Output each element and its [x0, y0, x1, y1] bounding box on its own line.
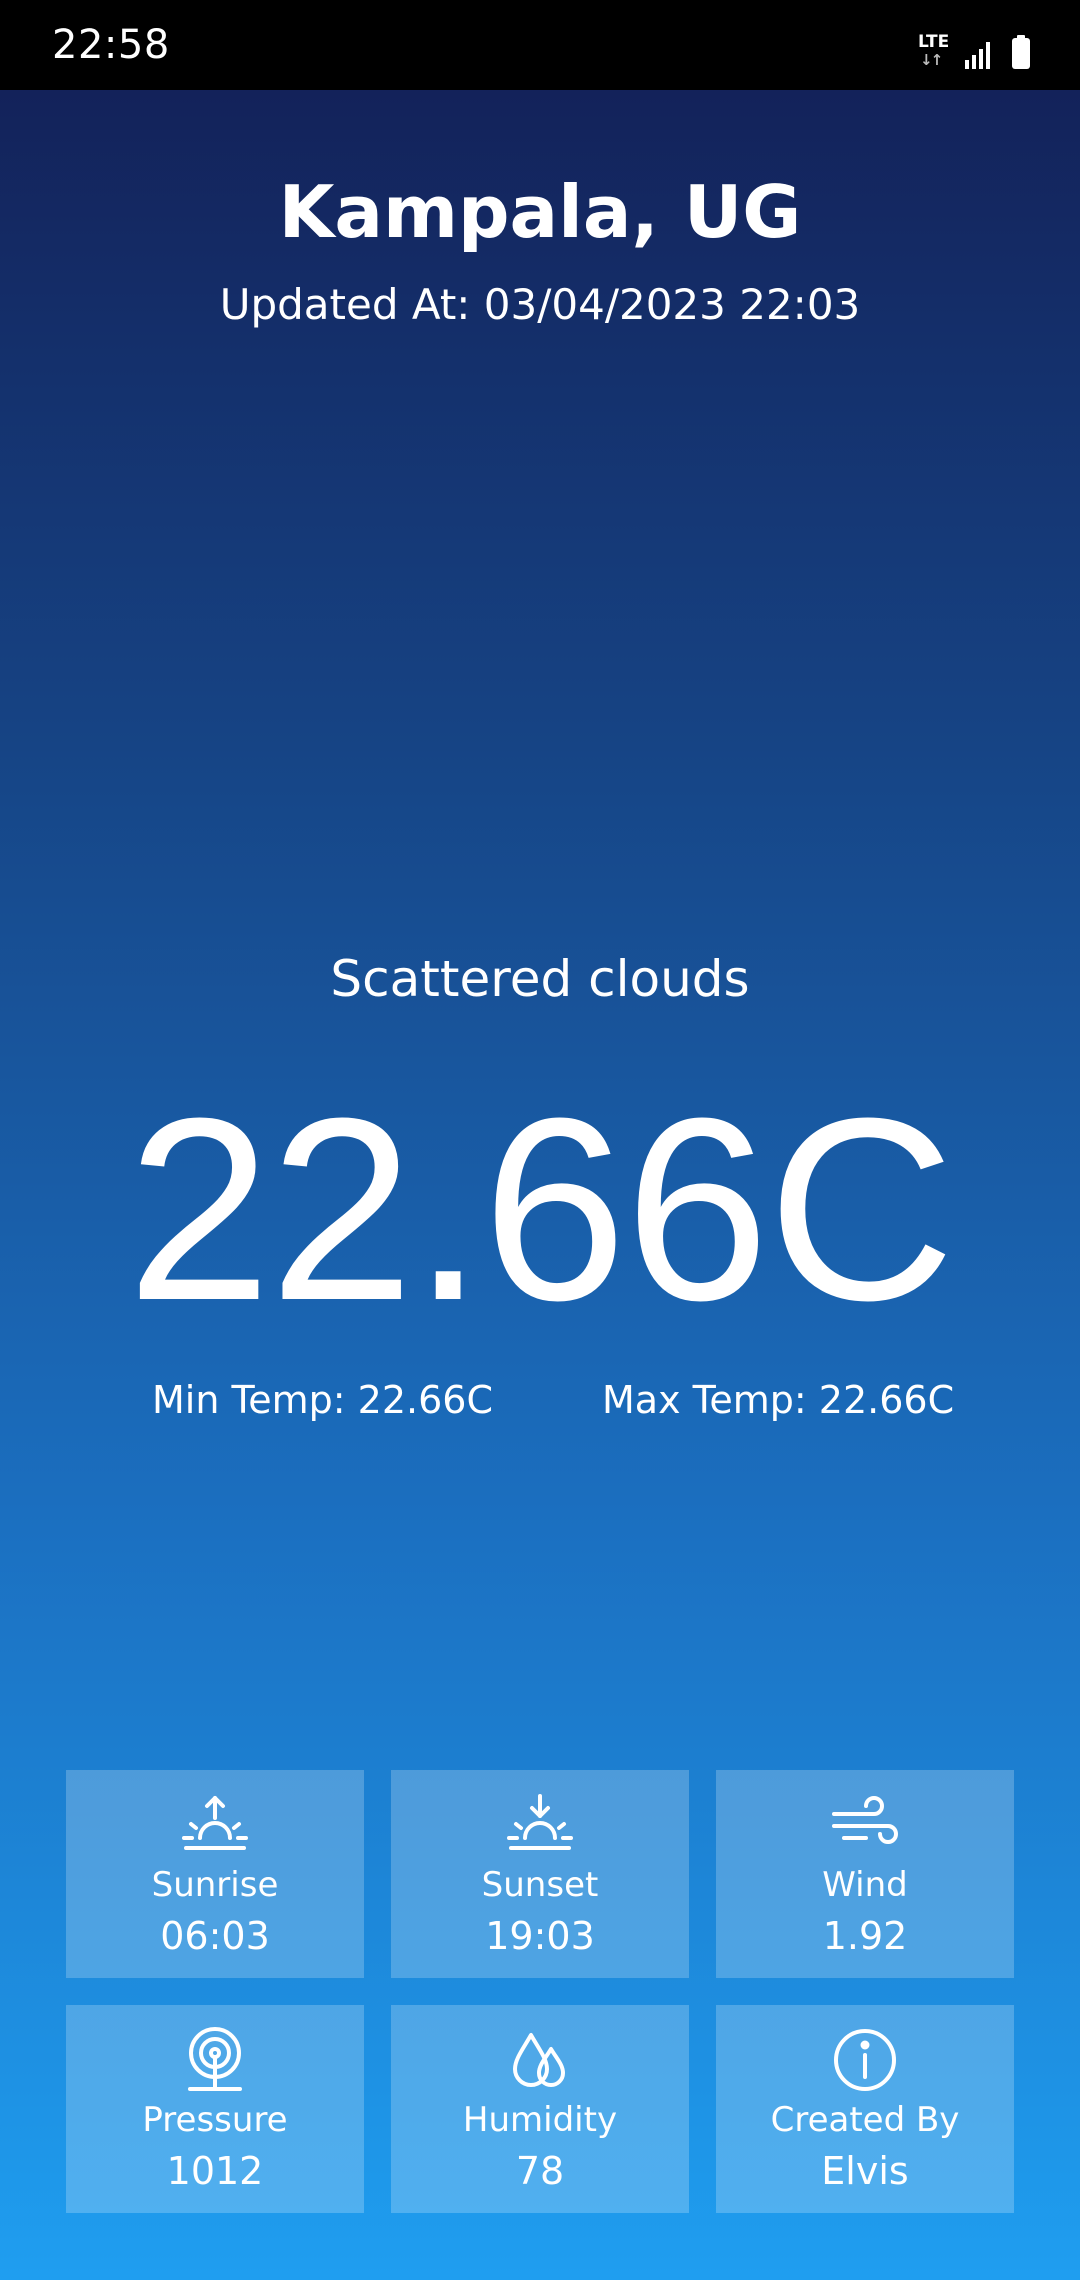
tile-pressure: Pressure 1012 [66, 2005, 364, 2213]
tile-value: 1012 [166, 2149, 264, 2193]
tile-label: Sunrise [151, 1865, 279, 1905]
city-name: Kampala, UG [278, 170, 802, 254]
max-temp: Max Temp: 22.66C [602, 1378, 955, 1422]
tile-value: 1.92 [822, 1914, 908, 1958]
lte-icon: LTE ↓↑ [918, 32, 950, 69]
sunrise-icon [182, 1796, 248, 1850]
status-time: 22:58 [52, 22, 170, 68]
tile-label: Pressure [142, 2100, 288, 2140]
details-grid: Sunrise 06:03 Sunset 19:03 Wind 1.92 Pre… [66, 1770, 1014, 2213]
wind-icon [832, 1796, 898, 1844]
tile-label: Sunset [481, 1865, 599, 1905]
weather-screen: Kampala, UG Updated At: 03/04/2023 22:03… [0, 90, 1080, 2280]
tile-wind: Wind 1.92 [716, 1770, 1014, 1978]
tile-label: Created By [770, 2100, 960, 2140]
tile-created-by: Created By Elvis [716, 2005, 1014, 2213]
humidity-icon [513, 2033, 565, 2087]
signal-icon [965, 42, 990, 69]
current-temperature: 22.66C [126, 1065, 955, 1355]
pressure-icon [188, 2027, 242, 2091]
status-bar: 22:58 LTE ↓↑ [0, 0, 1080, 90]
battery-icon [1012, 35, 1030, 69]
tile-sunset: Sunset 19:03 [391, 1770, 689, 1978]
tile-humidity: Humidity 78 [391, 2005, 689, 2213]
tile-label: Humidity [462, 2100, 618, 2140]
updated-at: Updated At: 03/04/2023 22:03 [219, 280, 861, 329]
tile-sunrise: Sunrise 06:03 [66, 1770, 364, 1978]
tile-value: 78 [515, 2149, 565, 2193]
min-temp: Min Temp: 22.66C [152, 1378, 493, 1422]
status-icons: LTE ↓↑ [916, 30, 1032, 70]
sunset-icon [507, 1794, 573, 1850]
tile-value: 19:03 [485, 1914, 595, 1958]
tile-value: Elvis [821, 2149, 909, 2193]
weather-condition: Scattered clouds [330, 950, 750, 1008]
info-icon [834, 2029, 896, 2091]
tile-label: Wind [822, 1865, 908, 1905]
tile-value: 06:03 [160, 1914, 270, 1958]
